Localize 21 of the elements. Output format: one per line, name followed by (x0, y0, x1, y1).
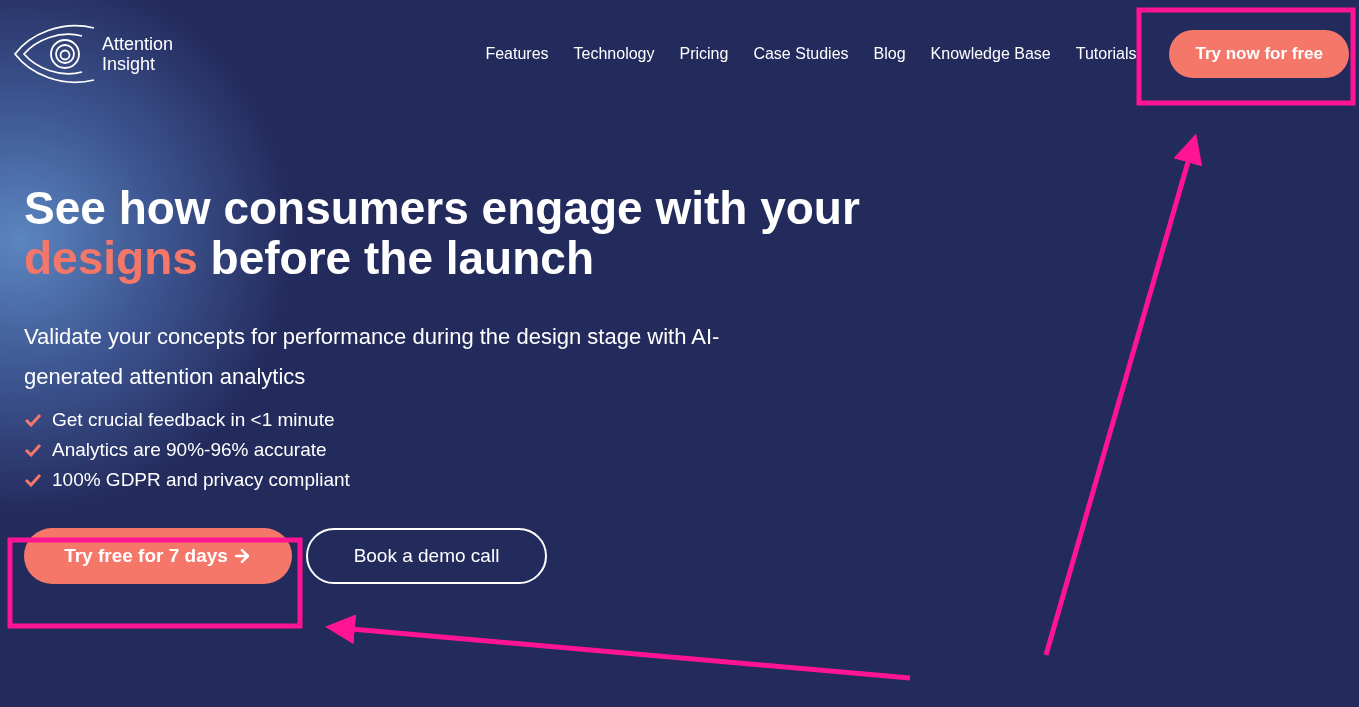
hero-heading-text: See how consumers engage with your (24, 183, 860, 233)
benefit-text: 100% GDPR and privacy compliant (52, 467, 350, 492)
benefit-text: Analytics are 90%-96% accurate (52, 437, 327, 462)
logo-text: Attention (102, 33, 174, 54)
hero-heading-text: designs (24, 233, 198, 283)
eye-logo-icon (12, 23, 96, 84)
logo-text: Insight (102, 53, 157, 74)
check-icon (24, 443, 42, 457)
hero-heading-text: before the launch (209, 233, 594, 283)
benefit-text: Get crucial feedback in <1 minute (52, 407, 335, 432)
nav-link[interactable]: Knowledge Base (930, 41, 1051, 66)
nav-link[interactable]: Case Studies (753, 41, 849, 66)
hero-subtitle: Validate your concepts for performance during the design stage with AI-generated attention analytics (24, 323, 721, 391)
nav-link[interactable]: Technology (573, 41, 655, 66)
nav-link[interactable]: Features (485, 41, 549, 66)
check-icon (24, 413, 42, 427)
nav-link[interactable]: Blog (873, 41, 906, 66)
nav-link[interactable]: Pricing (679, 41, 729, 66)
check-icon (24, 473, 42, 487)
book-demo-button[interactable]: Book a demo call (306, 528, 547, 584)
nav-link[interactable]: Tutorials (1075, 41, 1137, 66)
